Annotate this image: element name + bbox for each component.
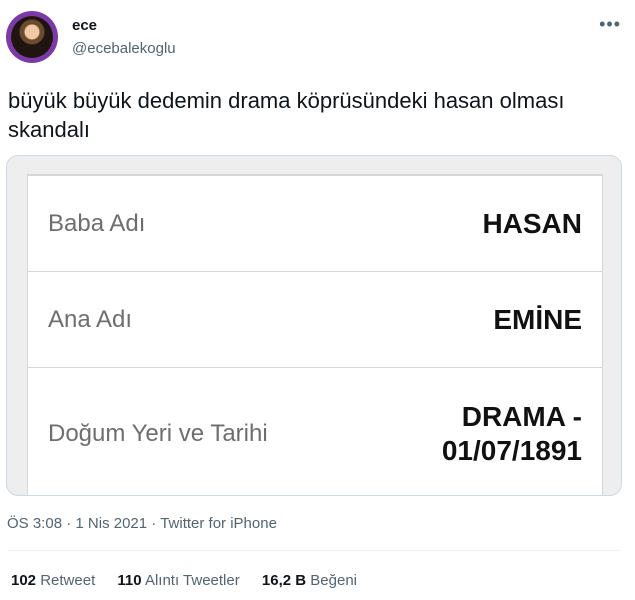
more-icon[interactable]: •••	[599, 14, 621, 35]
user-handle[interactable]: @ecebalekoglu	[72, 40, 176, 57]
user-name[interactable]: ece	[72, 17, 97, 34]
birth-place-value: DRAMA -	[461, 401, 582, 432]
tweet-stats: 102 Retweet 110 Alıntı Tweetler 16,2 B B…	[11, 572, 375, 589]
quotes-label: Alıntı Tweetler	[144, 572, 240, 589]
record-card: Baba Adı HASAN Ana Adı EMİNE Doğum Yeri …	[27, 174, 603, 495]
retweets-stat[interactable]: 102 Retweet	[11, 572, 99, 589]
likes-label: Beğeni	[310, 572, 357, 589]
tweet-image[interactable]: Baba Adı HASAN Ana Adı EMİNE Doğum Yeri …	[6, 155, 622, 496]
tweet-meta: ÖS 3:08 · 1 Nis 2021 · Twitter for iPhon…	[7, 515, 277, 532]
record-row-mother: Ana Adı EMİNE	[28, 271, 602, 368]
tweet-text: büyük büyük dedemin drama köprüsündeki h…	[8, 88, 565, 142]
avatar[interactable]	[6, 11, 58, 63]
retweets-count: 102	[11, 572, 37, 589]
tweet-date[interactable]: 1 Nis 2021	[75, 515, 147, 532]
divider-top	[7, 550, 620, 551]
record-row-father: Baba Adı HASAN	[28, 175, 602, 272]
likes-stat[interactable]: 16,2 B Beğeni	[262, 572, 357, 589]
birth-date-value: 01/07/1891	[441, 435, 582, 466]
mother-name-label: Ana Adı	[48, 306, 133, 333]
father-name-value: HASAN	[482, 208, 582, 239]
meta-separator-2: ·	[151, 515, 157, 532]
avatar-photo	[11, 16, 53, 58]
father-name-label: Baba Adı	[48, 210, 146, 237]
tweet-source[interactable]: Twitter for iPhone	[160, 515, 277, 532]
birth-place-date-value: DRAMA - 01/07/1891	[442, 400, 582, 468]
quotes-count: 110	[117, 572, 142, 589]
quotes-stat[interactable]: 110 Alıntı Tweetler	[117, 572, 244, 589]
tweet-time[interactable]: ÖS 3:08	[7, 515, 62, 532]
birth-place-date-label: Doğum Yeri ve Tarihi	[48, 420, 268, 447]
likes-count: 16,2 B	[261, 572, 307, 589]
record-row-birth: Doğum Yeri ve Tarihi DRAMA - 01/07/1891	[28, 367, 602, 495]
meta-separator: ·	[66, 515, 72, 532]
retweets-label: Retweet	[40, 572, 96, 589]
mother-name-value: EMİNE	[493, 304, 582, 335]
